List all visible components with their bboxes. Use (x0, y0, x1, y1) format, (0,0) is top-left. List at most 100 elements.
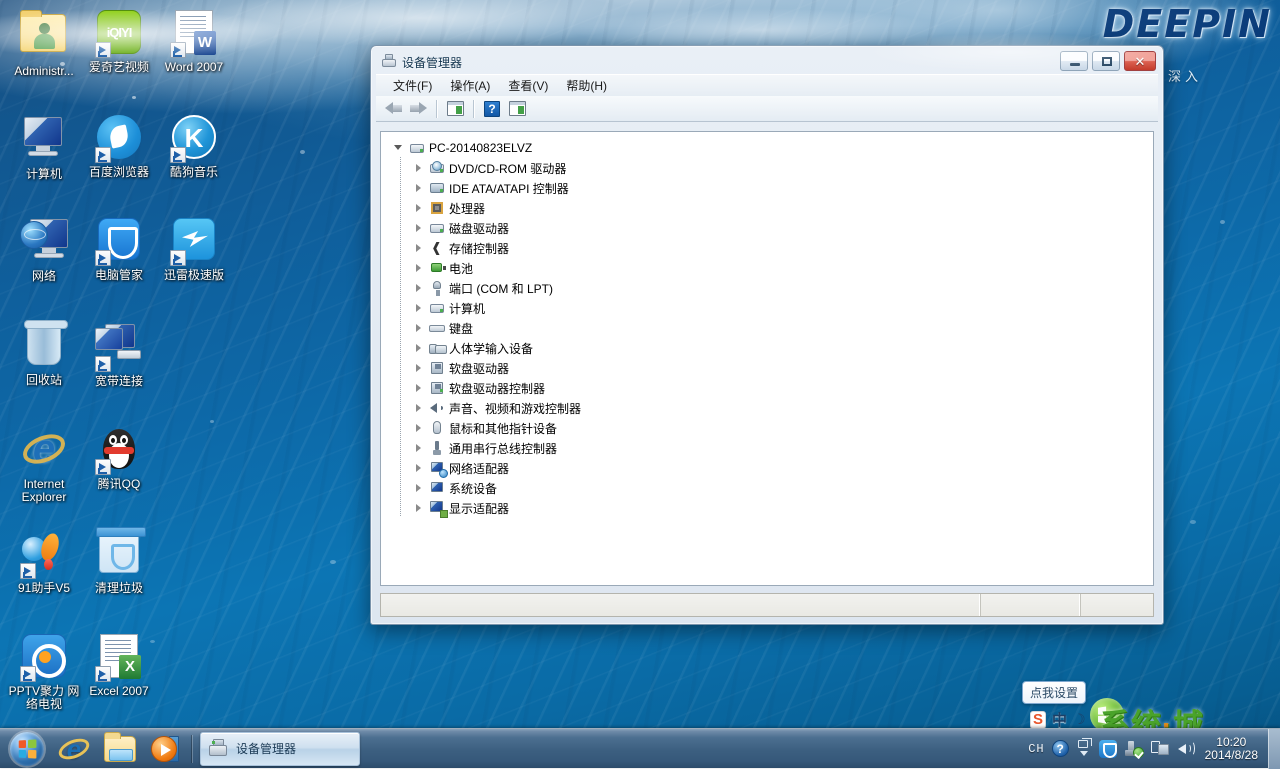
system-tray[interactable]: CH ? 10:20 2014/8/28 (1028, 729, 1268, 769)
maximize-button[interactable] (1092, 51, 1120, 71)
tree-node[interactable]: 计算机 (389, 298, 1153, 318)
window-controls[interactable]: ✕ (1060, 51, 1156, 71)
tray-safely-remove-icon[interactable] (1124, 740, 1144, 758)
device-manager-window[interactable]: 设备管理器 ✕ 文件(F)操作(A)查看(V)帮助(H) ? PC-201408… (370, 45, 1164, 625)
desktop-icon-word-2007[interactable]: Word 2007 (156, 8, 232, 74)
desktop-icon-iqiyi-video[interactable]: iQIYI爱奇艺视频 (81, 8, 157, 74)
expand-toggle-icon[interactable] (413, 402, 425, 414)
expand-toggle-icon[interactable] (413, 262, 425, 274)
tray-network-icon[interactable] (1151, 740, 1170, 757)
tree-node[interactable]: 键盘 (389, 318, 1153, 338)
properties-button[interactable] (506, 98, 528, 119)
tree-node[interactable]: IDE ATA/ATAPI 控制器 (389, 178, 1153, 198)
desktop-icon-clean-junk[interactable]: 清理垃圾 (81, 528, 157, 595)
menu-view[interactable]: 查看(V) (499, 75, 557, 96)
desktop-icon-pc-manager[interactable]: 电脑管家 (81, 215, 157, 282)
help-button[interactable]: ? (481, 98, 503, 119)
device-tree-pane[interactable]: PC-20140823ELVZDVD/CD-ROM 驱动器IDE ATA/ATA… (380, 131, 1154, 586)
desktop-icon-baidu-browser[interactable]: 百度浏览器 (81, 113, 157, 179)
expand-toggle-icon[interactable] (413, 182, 425, 194)
expand-toggle-icon[interactable] (413, 482, 425, 494)
window-titlebar[interactable]: 设备管理器 ✕ (376, 50, 1158, 74)
tray-clock[interactable]: 10:20 2014/8/28 (1203, 736, 1262, 762)
desktop-icon-tencent-qq[interactable]: 腾讯QQ (81, 425, 157, 491)
expand-toggle-icon[interactable] (413, 222, 425, 234)
tray-language-indicator[interactable]: CH (1028, 742, 1044, 756)
desktop-icon-label: 百度浏览器 (81, 166, 157, 179)
desktop-icon-recycle-bin[interactable]: 回收站 (6, 320, 82, 387)
expand-toggle-icon[interactable] (413, 502, 425, 514)
back-button[interactable] (382, 98, 404, 119)
sogou-logo-icon[interactable]: S (1030, 711, 1046, 729)
tree-node[interactable]: DVD/CD-ROM 驱动器 (389, 158, 1153, 178)
desktop-icon-internet-explorer[interactable]: eInternet Explorer (6, 425, 82, 504)
tray-show-hidden-icon[interactable] (1076, 738, 1092, 760)
menu-file[interactable]: 文件(F) (384, 75, 441, 96)
desktop-icon-kugou-music[interactable]: K酷狗音乐 (156, 113, 232, 179)
tree-node[interactable]: 磁盘驱动器 (389, 218, 1153, 238)
ime-settings-tooltip[interactable]: 点我设置 (1022, 681, 1086, 704)
start-button[interactable] (3, 730, 51, 768)
tree-node[interactable]: 显示适配器 (389, 498, 1153, 518)
desktop-icon-pptv-network-tv[interactable]: PPTV聚力 网络电视 (6, 632, 82, 711)
tree-line (400, 377, 401, 397)
device-tree[interactable]: PC-20140823ELVZDVD/CD-ROM 驱动器IDE ATA/ATA… (381, 132, 1153, 518)
expand-toggle-icon[interactable] (413, 382, 425, 394)
status-pane-3 (1081, 594, 1153, 616)
status-bar (380, 593, 1154, 617)
expand-toggle-icon[interactable] (413, 422, 425, 434)
taskbar[interactable]: e 设备管理器 CH ? 10:20 2014/8/28 (0, 728, 1280, 768)
tray-ime-help-icon[interactable]: ? (1052, 740, 1069, 757)
desktop-icon-thunder-express[interactable]: 迅雷极速版 (156, 215, 232, 282)
expand-toggle-icon[interactable] (393, 142, 405, 154)
desktop-icon-assistant-91-v5[interactable]: 91助手V5 (6, 528, 82, 595)
expand-toggle-icon[interactable] (413, 282, 425, 294)
expand-toggle-icon[interactable] (413, 202, 425, 214)
tree-node[interactable]: 人体学输入设备 (389, 338, 1153, 358)
ql-internet-explorer[interactable]: e (51, 730, 97, 768)
ime-mode-toggle[interactable]: 中 (1052, 709, 1067, 730)
expand-toggle-icon[interactable] (413, 242, 425, 254)
expand-toggle-icon[interactable] (413, 442, 425, 454)
ql-media-player[interactable] (143, 730, 189, 768)
toolbar[interactable]: ? (376, 96, 1158, 122)
tree-node[interactable]: 电池 (389, 258, 1153, 278)
expand-toggle-icon[interactable] (413, 462, 425, 474)
menu-bar[interactable]: 文件(F)操作(A)查看(V)帮助(H) (376, 74, 1158, 96)
tree-node[interactable]: 软盘驱动器控制器 (389, 378, 1153, 398)
forward-button[interactable] (407, 98, 429, 119)
tree-node[interactable]: 鼠标和其他指针设备 (389, 418, 1153, 438)
tree-node[interactable]: 软盘驱动器 (389, 358, 1153, 378)
task-device-manager[interactable]: 设备管理器 (200, 732, 360, 766)
expand-toggle-icon[interactable] (413, 322, 425, 334)
tree-node[interactable]: 声音、视频和游戏控制器 (389, 398, 1153, 418)
tree-node[interactable]: 系统设备 (389, 478, 1153, 498)
tree-line (400, 417, 401, 437)
desktop-icon-broadband-connection[interactable]: 宽带连接 (81, 320, 157, 388)
menu-action[interactable]: 操作(A) (441, 75, 499, 96)
tree-node[interactable]: ❰存储控制器 (389, 238, 1153, 258)
tray-volume-icon[interactable] (1177, 740, 1196, 757)
tree-node[interactable]: 网络适配器 (389, 458, 1153, 478)
desktop-icon-network[interactable]: 网络 (6, 215, 82, 283)
menu-help[interactable]: 帮助(H) (557, 75, 616, 96)
expand-toggle-icon[interactable] (413, 162, 425, 174)
desktop[interactable]: DEEPIN 深入 Administr...iQIYI爱奇艺视频Word 200… (0, 0, 1280, 768)
expand-toggle-icon[interactable] (413, 302, 425, 314)
tree-node[interactable]: 处理器 (389, 198, 1153, 218)
tree-node[interactable]: 通用串行总线控制器 (389, 438, 1153, 458)
tree-node-root[interactable]: PC-20140823ELVZ (389, 138, 1153, 158)
expand-toggle-icon[interactable] (413, 342, 425, 354)
tray-pc-manager-icon[interactable] (1099, 740, 1117, 758)
desktop-icon-administrator-folder[interactable]: Administr... (6, 8, 82, 78)
desktop-icon-computer[interactable]: 计算机 (6, 113, 82, 181)
expand-toggle-icon[interactable] (413, 362, 425, 374)
close-button[interactable]: ✕ (1124, 51, 1156, 71)
tree-node[interactable]: 端口 (COM 和 LPT) (389, 278, 1153, 298)
show-desktop-button[interactable] (1268, 729, 1280, 769)
show-console-tree-button[interactable] (444, 98, 466, 119)
desktop-icon-excel-2007[interactable]: Excel 2007 (81, 632, 157, 698)
ql-windows-explorer[interactable] (97, 730, 143, 768)
ime-moon-icon[interactable]: ☽ (1073, 711, 1086, 728)
minimize-button[interactable] (1060, 51, 1088, 71)
